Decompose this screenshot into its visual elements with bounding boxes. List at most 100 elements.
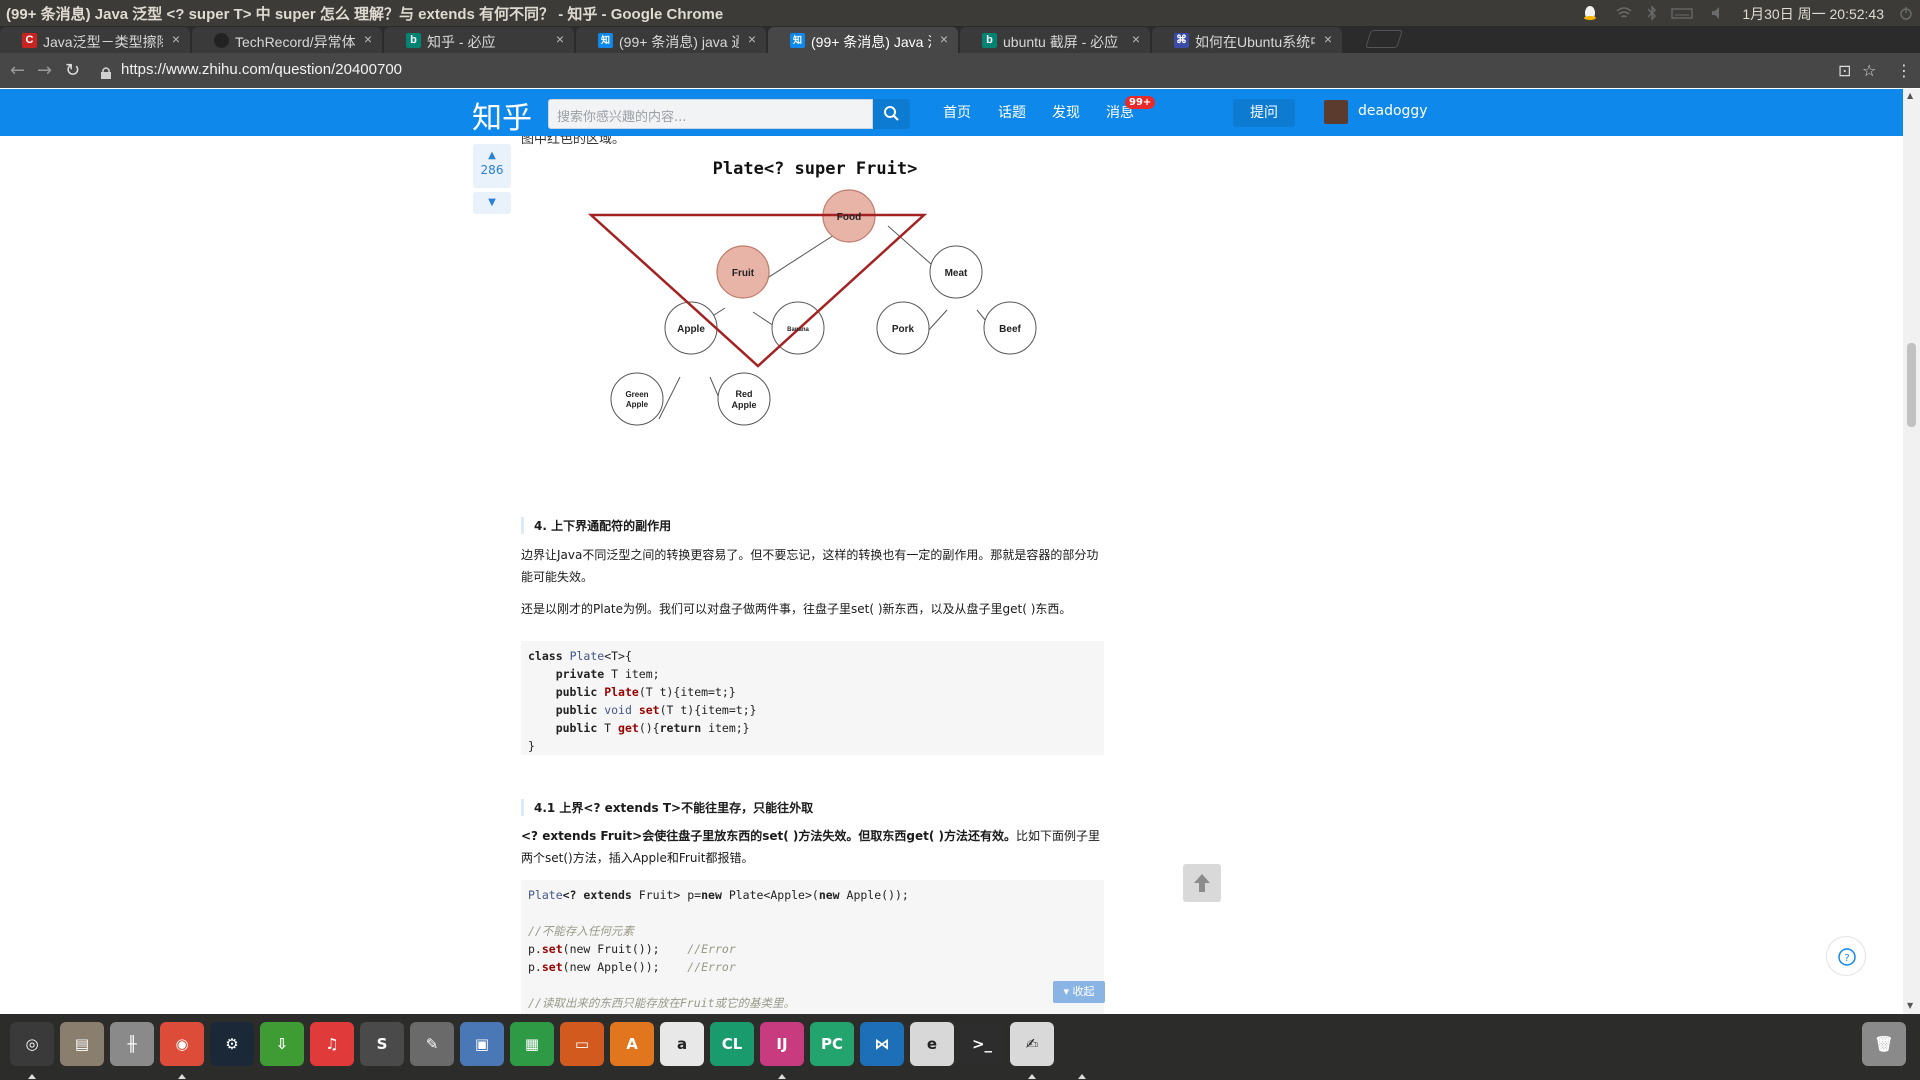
tools-icon[interactable]: ✎ (410, 1022, 454, 1066)
spreadsheet-icon[interactable]: ▦ (510, 1022, 554, 1066)
qq-tray-icon[interactable] (1582, 5, 1598, 21)
files-icon[interactable]: ▤ (60, 1022, 104, 1066)
amazon-icon[interactable]: a (660, 1022, 704, 1066)
search-icon (884, 106, 899, 121)
arrow-up-icon (1194, 874, 1210, 892)
edge-fruit-banana (752, 311, 775, 327)
image-viewer-icon[interactable]: ▣ (460, 1022, 504, 1066)
label-beef: Beef (999, 324, 1021, 335)
volume-icon[interactable] (1710, 5, 1726, 21)
label-green-apple-line1: Green (625, 390, 648, 399)
tab-strip: C Java泛型－类型擦除 × TechRecord/异常体系 × b 知乎 -… (0, 26, 1920, 53)
close-icon[interactable]: × (172, 31, 180, 47)
tab-5[interactable]: b ubuntu 截屏 - 必应 × (960, 27, 1150, 53)
plate-super-fruit-diagram: Plate<? super Fruit> Food Fruit Meat App… (587, 159, 1037, 426)
bookmark-star-icon[interactable]: ☆ (1862, 61, 1876, 80)
label-apple: Apple (677, 324, 705, 335)
software-center-icon[interactable]: A (610, 1022, 654, 1066)
netease-music-icon[interactable]: ♫ (310, 1022, 354, 1066)
chrome-icon[interactable]: ◉ (160, 1022, 204, 1066)
upvote-button[interactable]: ▲ 286 (473, 144, 511, 188)
nav-topics[interactable]: 话题 (998, 102, 1026, 122)
collapse-button[interactable]: ▾ 收起 (1053, 981, 1105, 1003)
download-icon[interactable]: ⇩ (260, 1022, 304, 1066)
csdn-icon: C (22, 33, 37, 48)
clock[interactable]: 1月30日 周一 20:52:43 (1742, 4, 1884, 24)
page-icon: ⌘ (1174, 33, 1189, 48)
tab-label: 知乎 - 必应 (427, 34, 496, 50)
nav-explore[interactable]: 发现 (1052, 102, 1080, 122)
tab-2[interactable]: b 知乎 - 必应 × (384, 27, 574, 53)
chat-icon: ? (1838, 948, 1856, 966)
close-icon[interactable]: × (1324, 31, 1332, 47)
text-editor-icon[interactable]: ✍ (1010, 1022, 1054, 1066)
keyboard-icon[interactable] (1671, 5, 1693, 21)
close-icon[interactable]: × (556, 31, 564, 47)
translate-icon[interactable]: ⊡ (1838, 61, 1851, 80)
search-button[interactable] (873, 99, 910, 129)
power-icon[interactable] (1898, 5, 1914, 21)
os-top-panel: (99+ 条消息) Java 泛型 <? super T> 中 super 怎么… (0, 0, 1920, 26)
running-indicator (28, 1074, 36, 1079)
bluetooth-icon[interactable] (1644, 5, 1660, 21)
paragraph-3: <? extends Fruit>会使往盘子里放东西的set( )方法失效。但取… (521, 829, 1100, 865)
settings-icon[interactable]: ╫ (110, 1022, 154, 1066)
close-icon[interactable]: × (1132, 31, 1140, 47)
avatar[interactable] (1324, 100, 1348, 124)
terminal-icon[interactable]: >_ (960, 1022, 1004, 1066)
vscode-icon[interactable]: ⋈ (860, 1022, 904, 1066)
tab-4-active[interactable]: 知 (99+ 条消息) Java 泛型 × (768, 27, 958, 53)
label-meat: Meat (945, 268, 968, 279)
clion-icon[interactable]: CL (710, 1022, 754, 1066)
label-banana: Banana (787, 327, 809, 333)
username[interactable]: deadoggy (1358, 103, 1428, 119)
close-icon[interactable]: × (364, 31, 372, 47)
forward-icon[interactable]: → (37, 60, 52, 81)
scrollbar-thumb[interactable] (1907, 343, 1916, 427)
scroll-down-icon[interactable]: ▼ (1907, 1001, 1913, 1010)
lock-icon[interactable] (101, 64, 111, 79)
tab-label: (99+ 条消息) Java 泛型 (811, 34, 931, 50)
xiaomi-icon[interactable]: e (910, 1022, 954, 1066)
label-green-apple-line2: Apple (626, 400, 649, 409)
downvote-button[interactable]: ▼ (473, 192, 511, 214)
zhihu-logo[interactable]: 知乎 (472, 93, 532, 137)
ask-question-button[interactable]: 提问 (1233, 99, 1295, 127)
sublime-icon[interactable]: S (360, 1022, 404, 1066)
steam-icon[interactable]: ⚙ (210, 1022, 254, 1066)
new-tab-button[interactable] (1365, 30, 1403, 48)
reload-icon[interactable]: ↻ (65, 60, 80, 81)
close-icon[interactable]: × (940, 31, 948, 47)
back-to-top-button[interactable] (1183, 864, 1221, 902)
label-fruit: Fruit (732, 268, 755, 279)
close-icon[interactable]: × (748, 31, 756, 47)
tab-6[interactable]: ⌘ 如何在Ubuntu系统中 × (1152, 27, 1342, 53)
nav-home[interactable]: 首页 (943, 102, 971, 122)
paragraph-1: 边界让Java不同泛型之间的转换更容易了。但不要忘记，这样的转换也有一定的副作用… (521, 548, 1099, 584)
tab-0[interactable]: C Java泛型－类型擦除 × (0, 27, 190, 53)
help-chat-button[interactable]: ? (1826, 936, 1866, 976)
back-icon[interactable]: ← (10, 60, 25, 81)
wifi-icon[interactable] (1616, 5, 1632, 21)
tab-label: TechRecord/异常体系 (235, 34, 355, 50)
tab-1[interactable]: TechRecord/异常体系 × (192, 27, 382, 53)
page-scrollbar[interactable]: ▲ ▼ (1903, 89, 1920, 1014)
running-indicator (778, 1074, 786, 1079)
answer-content: 图中红色的区域。 ▲ 286 ▼ Plate<? super Fruit> Fo… (0, 136, 1903, 1014)
trash-icon[interactable]: 🗑 (1862, 1022, 1906, 1066)
bing-icon: b (982, 33, 997, 48)
presentation-icon[interactable]: ▭ (560, 1022, 604, 1066)
tab-3[interactable]: 知 (99+ 条消息) java 通配 × (576, 27, 766, 53)
tab-label: Java泛型－类型擦除 (43, 34, 163, 50)
search-input[interactable]: 搜索你感兴趣的内容... (548, 99, 873, 129)
pycharm-icon[interactable]: PC (810, 1022, 854, 1066)
node-red-apple (717, 372, 771, 426)
address-bar[interactable]: https://www.zhihu.com/question/20400700 (121, 61, 402, 78)
scroll-up-icon[interactable]: ▲ (1907, 91, 1913, 100)
paragraph-2: 还是以刚才的Plate为例。我们可以对盘子做两件事，往盘子里set( )新东西，… (521, 602, 1072, 616)
label-red-apple-line1: Red (735, 389, 752, 399)
running-indicator (178, 1074, 186, 1079)
menu-icon[interactable]: ⋮ (1896, 61, 1912, 80)
intellij-icon[interactable]: IJ (760, 1022, 804, 1066)
ubuntu-launcher-icon[interactable]: ◎ (10, 1022, 54, 1066)
